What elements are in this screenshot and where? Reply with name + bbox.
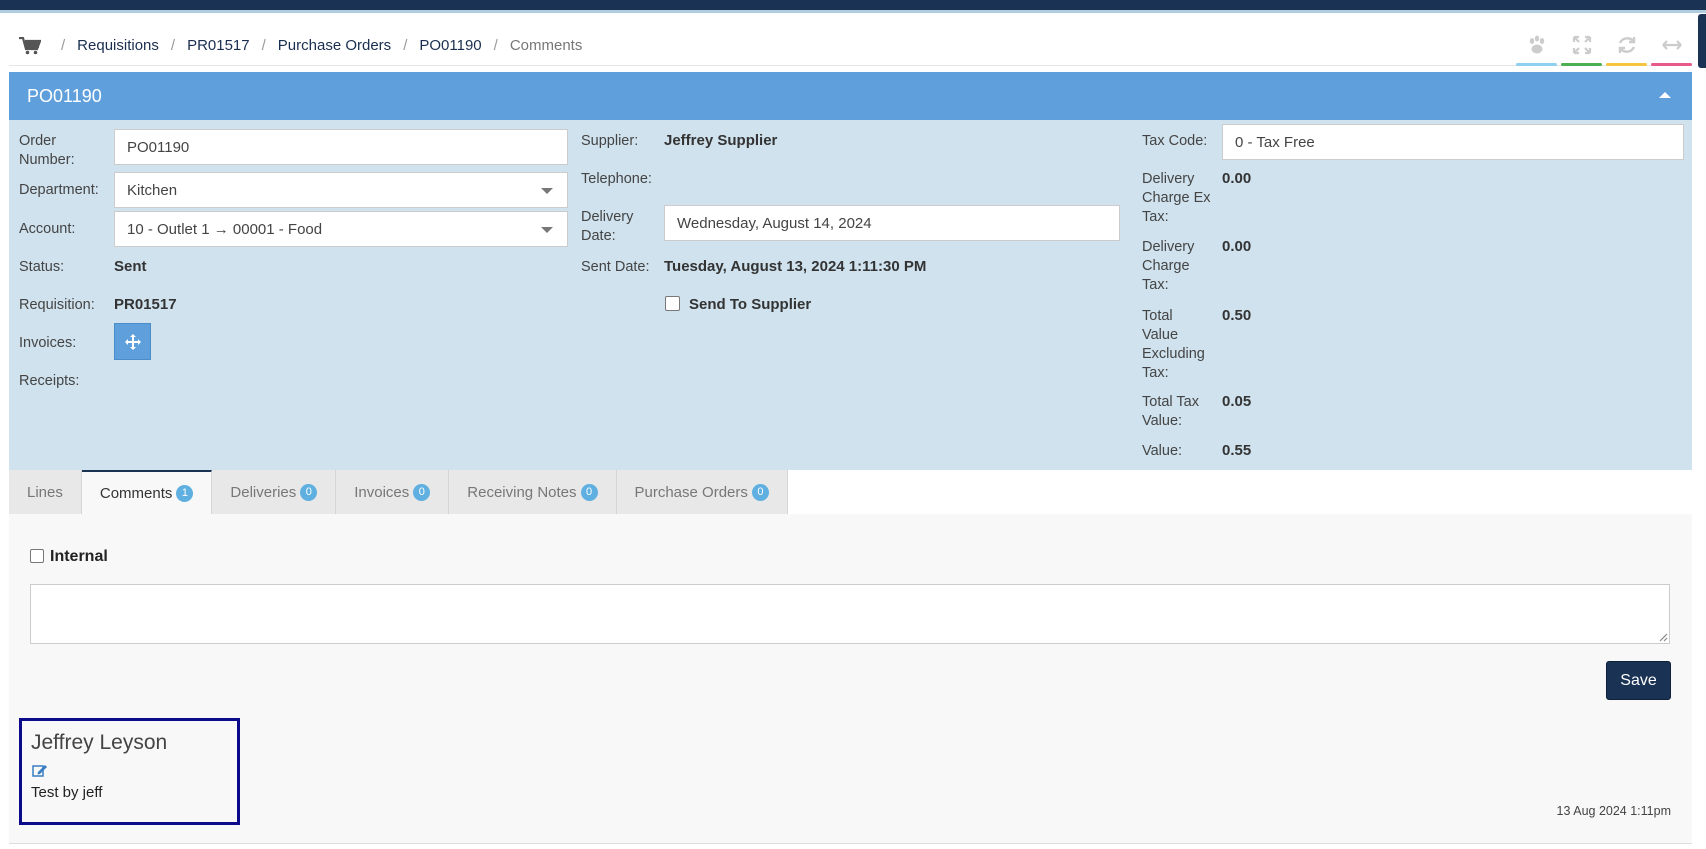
- chevron-up-icon[interactable]: [1658, 90, 1672, 100]
- resize-horizontal-icon: [1661, 40, 1682, 50]
- breadcrumb-separator: /: [261, 37, 266, 54]
- order-number-input[interactable]: PO01190: [114, 129, 568, 165]
- breadcrumb-purchase-orders[interactable]: Purchase Orders: [278, 37, 391, 54]
- tab-comments[interactable]: Comments 1: [81, 470, 213, 514]
- expand-icon: [1572, 35, 1591, 55]
- receipts-label: Receipts:: [19, 373, 80, 389]
- supplier-label: Supplier:: [581, 133, 639, 149]
- department-value: Kitchen: [127, 181, 178, 199]
- requisition-label: Requisition:: [19, 297, 95, 313]
- chevron-down-icon: [541, 227, 553, 233]
- order-number-label: Order Number:: [19, 133, 75, 168]
- panel-header[interactable]: PO01190: [9, 72, 1692, 120]
- sent-date-label: Sent Date:: [581, 259, 650, 275]
- tab-receiving-notes[interactable]: Receiving Notes 0: [449, 470, 617, 514]
- tab-label: Purchase Orders: [634, 483, 748, 501]
- count-badge: 0: [413, 483, 431, 501]
- delivery-charge-ex-tax-label: Delivery Charge Ex Tax:: [1142, 171, 1211, 225]
- comment-author: Jeffrey Leyson: [31, 731, 168, 754]
- count-badge: 0: [751, 483, 769, 501]
- total-tax-label: Total Tax Value:: [1142, 394, 1199, 429]
- tab-bar: Lines Comments 1 Deliveries 0 Invoices 0…: [9, 470, 1692, 514]
- tab-invoices[interactable]: Invoices 0: [336, 470, 450, 514]
- internal-checkbox[interactable]: [30, 549, 44, 563]
- tab-label: Receiving Notes: [467, 483, 577, 501]
- supplier-value: Jeffrey Supplier: [664, 132, 778, 149]
- toolbar-paw-button[interactable]: [1516, 34, 1557, 66]
- tab-deliveries[interactable]: Deliveries 0: [212, 470, 337, 514]
- paw-icon: [1529, 35, 1544, 54]
- breadcrumb-requisitions[interactable]: Requisitions: [77, 37, 159, 54]
- refresh-icon: [1618, 37, 1635, 53]
- edit-icon[interactable]: [32, 763, 48, 777]
- breadcrumb-separator: /: [61, 37, 66, 54]
- total-ex-tax-value: 0.50: [1222, 307, 1252, 324]
- comment-timestamp: 13 Aug 2024 1:11pm: [1556, 804, 1671, 818]
- breadcrumb-bar: / Requisitions / PR01517 / Purchase Orde…: [9, 26, 1692, 66]
- total-ex-tax-label: Total Value Excluding Tax:: [1142, 308, 1205, 381]
- send-to-supplier-checkbox[interactable]: [665, 296, 680, 311]
- toolbar-resize-button[interactable]: [1651, 34, 1692, 66]
- side-panel-handle[interactable]: [1698, 14, 1706, 68]
- department-label: Department:: [19, 182, 99, 198]
- delivery-charge-tax-value: 0.00: [1222, 238, 1252, 255]
- internal-label[interactable]: Internal: [50, 548, 108, 566]
- value-label: Value:: [1142, 443, 1183, 459]
- toolbar-refresh-button[interactable]: [1606, 34, 1647, 66]
- tax-code-input[interactable]: 0 - Tax Free: [1222, 124, 1684, 160]
- breadcrumb-separator: /: [403, 37, 408, 54]
- account-label: Account:: [19, 221, 76, 237]
- delivery-charge-tax-label: Delivery Charge Tax:: [1142, 239, 1195, 293]
- panel-title: PO01190: [27, 85, 102, 106]
- comments-panel: [9, 514, 1692, 844]
- delivery-charge-ex-tax-value: 0.00: [1222, 170, 1252, 187]
- save-button[interactable]: Save: [1606, 661, 1671, 700]
- telephone-label: Telephone:: [581, 171, 652, 187]
- status-value: Sent: [114, 258, 147, 275]
- breadcrumb: / Requisitions / PR01517 / Purchase Orde…: [49, 37, 582, 54]
- breadcrumb-separator: /: [493, 37, 498, 54]
- resize-grip-icon[interactable]: [1658, 632, 1668, 642]
- breadcrumb-separator: /: [170, 37, 176, 54]
- breadcrumb-requisition-id[interactable]: PR01517: [187, 37, 250, 54]
- count-badge: 1: [176, 484, 194, 502]
- toolbar-expand-button[interactable]: [1561, 34, 1602, 66]
- comment-entry: Jeffrey Leyson Test by jeff: [19, 718, 240, 825]
- value-value: 0.55: [1222, 442, 1252, 459]
- requisition-value: PR01517: [114, 296, 177, 313]
- breadcrumb-po-id[interactable]: PO01190: [419, 37, 481, 54]
- comment-textarea[interactable]: [30, 584, 1670, 644]
- tax-code-label: Tax Code:: [1142, 133, 1208, 149]
- delivery-date-input[interactable]: Wednesday, August 14, 2024: [664, 205, 1120, 241]
- move-icon: [124, 333, 141, 350]
- tab-lines[interactable]: Lines: [9, 470, 82, 514]
- tab-purchase-orders[interactable]: Purchase Orders 0: [616, 470, 788, 514]
- toolbar: [1516, 34, 1692, 66]
- tab-label: Comments: [99, 484, 173, 502]
- delivery-date-label: Delivery Date:: [581, 209, 634, 244]
- status-label: Status:: [19, 259, 65, 275]
- count-badge: 0: [580, 483, 598, 501]
- tab-label: Invoices: [354, 483, 410, 501]
- top-bar: [0, 0, 1706, 10]
- cart-icon[interactable]: [19, 36, 41, 55]
- top-bar-accent: [0, 10, 1706, 13]
- account-value: 10 - Outlet 1 → 00001 - Food: [127, 220, 323, 238]
- tab-label: Lines: [27, 483, 63, 501]
- count-badge: 0: [300, 483, 318, 501]
- chevron-down-icon: [541, 188, 553, 194]
- sent-date-value: Tuesday, August 13, 2024 1:11:30 PM: [664, 258, 927, 275]
- invoices-label: Invoices:: [19, 335, 77, 351]
- comment-text: Test by jeff: [31, 784, 103, 801]
- account-select[interactable]: 10 - Outlet 1 → 00001 - Food: [114, 211, 568, 247]
- order-details-panel: Order Number: PO01190 Department: Kitche…: [9, 120, 1692, 470]
- breadcrumb-current: Comments: [509, 37, 583, 54]
- department-select[interactable]: Kitchen: [114, 172, 568, 208]
- invoices-button[interactable]: [114, 323, 151, 360]
- send-to-supplier-label[interactable]: Send To Supplier: [689, 296, 811, 313]
- total-tax-value: 0.05: [1222, 393, 1252, 410]
- tab-label: Deliveries: [230, 483, 297, 501]
